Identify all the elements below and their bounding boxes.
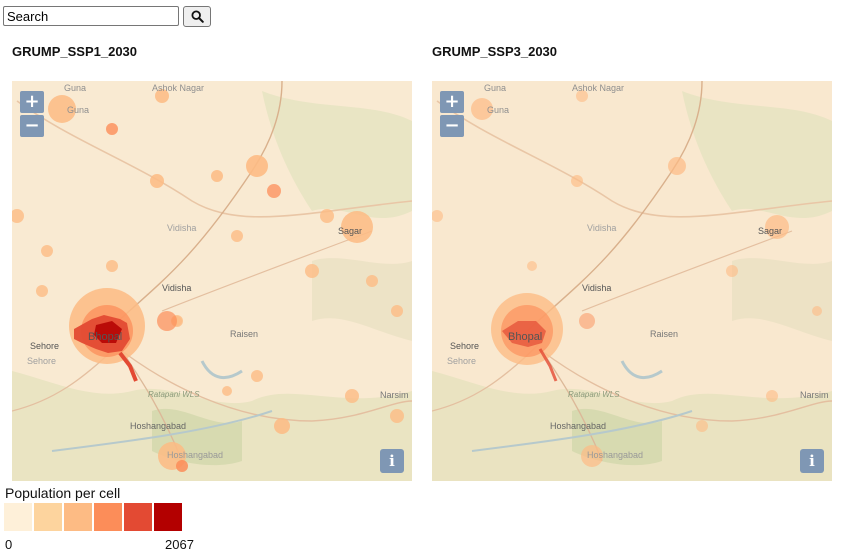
map-title-ssp1: GRUMP_SSP1_2030: [12, 44, 138, 59]
search-button[interactable]: [183, 6, 211, 27]
place-label: Sehore: [30, 341, 59, 351]
search-input[interactable]: [3, 6, 179, 26]
place-label: Sehore: [27, 356, 56, 366]
place-label: Raisen: [230, 329, 258, 339]
zoom-out-button[interactable]: −: [440, 115, 464, 137]
legend-swatches: [4, 503, 182, 531]
place-label: Ashok Nagar: [572, 83, 624, 93]
place-label: Guna: [484, 83, 506, 93]
place-label: Ratapani WLS: [568, 390, 620, 399]
legend-swatch: [154, 503, 182, 531]
place-label: Hoshangabad: [550, 421, 606, 431]
map-title-ssp3: GRUMP_SSP3_2030: [432, 44, 558, 59]
search-icon: [190, 10, 204, 23]
map-panel-ssp3[interactable]: Guna Guna Ashok Nagar Vidisha Vidisha Sa…: [432, 81, 832, 481]
zoom-controls: + −: [440, 91, 464, 137]
place-label: Sagar: [758, 226, 782, 236]
map-canvas[interactable]: Guna Guna Ashok Nagar Vidisha Vidisha Sa…: [12, 81, 412, 481]
legend-max-label: 2067: [165, 537, 194, 552]
legend-swatch: [34, 503, 62, 531]
place-label: Guna: [67, 105, 89, 115]
zoom-controls: + −: [20, 91, 44, 137]
place-label: Ratapani WLS: [148, 390, 200, 399]
legend-title: Population per cell: [5, 485, 121, 501]
place-label: Sehore: [450, 341, 479, 351]
place-label: Sagar: [338, 226, 362, 236]
info-button[interactable]: i: [380, 449, 404, 473]
place-label: Vidisha: [587, 223, 616, 233]
legend-swatch: [4, 503, 32, 531]
place-label: Vidisha: [167, 223, 196, 233]
place-label: Ashok Nagar: [152, 83, 204, 93]
place-label: Sehore: [447, 356, 476, 366]
search-bar: [3, 6, 211, 27]
legend-min-label: 0: [5, 537, 13, 552]
place-label: Vidisha: [582, 283, 611, 293]
place-label: Guna: [64, 83, 86, 93]
map-panel-ssp1[interactable]: Guna Guna Ashok Nagar Vidisha Vidisha Sa…: [12, 81, 412, 481]
legend-swatch: [94, 503, 122, 531]
place-label-bhopal: Bhopal: [508, 331, 542, 343]
zoom-out-button[interactable]: −: [20, 115, 44, 137]
place-label: Guna: [487, 105, 509, 115]
legend-swatch: [64, 503, 92, 531]
place-label: Hoshangabad: [167, 450, 223, 460]
place-label: Hoshangabad: [130, 421, 186, 431]
place-label: Raisen: [650, 329, 678, 339]
place-label-bhopal: Bhopal: [88, 331, 122, 343]
map-canvas[interactable]: Guna Guna Ashok Nagar Vidisha Vidisha Sa…: [432, 81, 832, 481]
zoom-in-button[interactable]: +: [20, 91, 44, 113]
info-button[interactable]: i: [800, 449, 824, 473]
place-label: Vidisha: [162, 283, 191, 293]
zoom-in-button[interactable]: +: [440, 91, 464, 113]
place-label: Narsim: [380, 390, 409, 400]
place-label: Hoshangabad: [587, 450, 643, 460]
legend-swatch: [124, 503, 152, 531]
place-label: Narsim: [800, 390, 829, 400]
